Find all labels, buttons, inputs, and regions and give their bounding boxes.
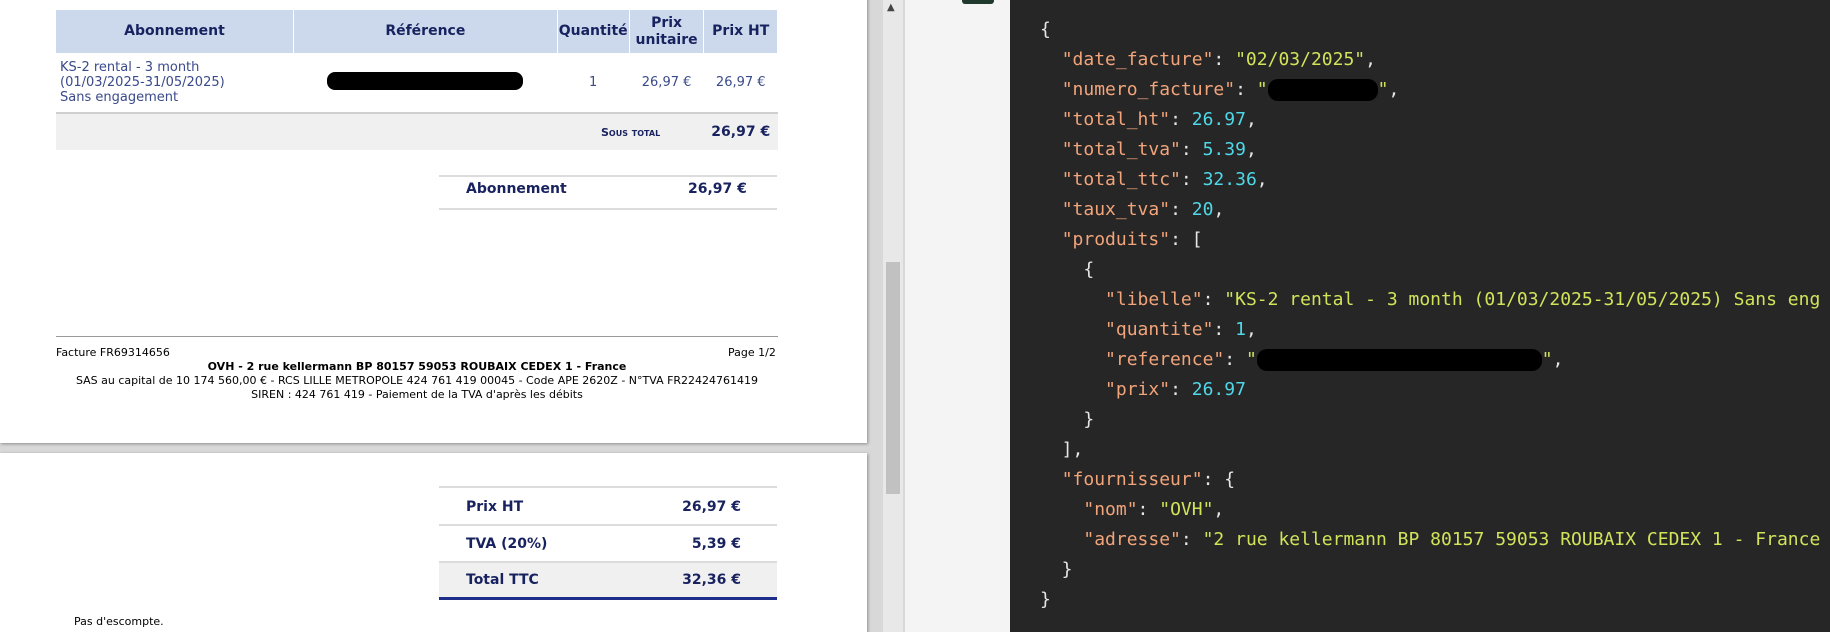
json-line: "libelle": "KS-2 rental - 3 month (01/03… [1105,289,1821,310]
json-line: "quantite": 1, [1105,319,1257,340]
line-unit-price: 26,97 € [641,75,692,90]
json-line: "adresse": "2 rue kellermann BP 80157 59… [1083,529,1821,550]
footer-company: OVH - 2 rue kellermann BP 80157 59053 RO… [207,360,627,373]
redaction-mark [327,71,524,90]
scrollbar-thumb[interactable] [886,262,900,494]
line-quantity: 1 [589,75,598,90]
total-value: 26,97 € [682,499,741,515]
divider [439,208,777,210]
line-description: KS-2 rental - 3 month (01/03/2025-31/05/… [56,53,293,113]
summary-label: Abonnement [466,181,567,197]
json-line: { [1040,259,1095,280]
summary-value: 26,97 € [688,181,747,197]
app-tab-icon[interactable] [962,0,994,4]
json-line: "produits": [ [1061,229,1203,250]
line-reference [293,53,557,113]
json-line: "date_facture": "02/03/2025", [1061,49,1376,70]
json-line: "fournisseur": { [1061,469,1236,490]
total-row-tva: TVA (20%) 5,39 € [439,527,777,561]
footer-invoice-ref: Facture FR69314656 [56,346,170,359]
total-label: Prix HT [466,499,524,515]
vertical-scrollbar[interactable]: ▲ [883,0,903,632]
json-line: ], [1040,439,1084,460]
total-row-ht: Prix HT 26,97 € [439,490,777,524]
footer-rule [56,336,778,337]
json-line: } [1040,559,1073,580]
invoice-page-2: Prix HT 26,97 € TVA (20%) 5,39 € Total T… [0,453,867,632]
json-line: "taux_tva": 20, [1061,199,1225,220]
discount-note: Pas d'escompte. [74,615,164,628]
total-row-ttc: Total TTC 32,36 € [439,563,777,600]
subtotal-value: 26,97 € [703,112,778,150]
invoice-page-1: Abonnement Référence Quantité Prix unita… [0,0,867,443]
json-line: "total_ht": 26.97, [1061,109,1257,130]
column-header: Abonnement [56,10,294,53]
total-label: Total TTC [466,572,539,588]
table-header: Abonnement Référence Quantité Prix unita… [56,10,778,53]
line-desc-2: (01/03/2025-31/05/2025) [60,75,225,90]
total-label: TVA (20%) [466,536,548,552]
footer-legal: SAS au capital de 10 174 560,00 € - RCS … [75,374,759,387]
column-header: Quantité [557,10,630,53]
divider [439,524,777,526]
footer-siren: SIREN : 424 761 419 - Paiement de la TVA… [251,388,583,401]
json-output-panel[interactable]: { "date_facture": "02/03/2025", "numero_… [1010,0,1830,632]
panel-gap [905,0,1010,632]
line-desc-3: Sans engagement [60,90,179,105]
footer-page-number: Page 1/2 [728,346,776,359]
json-line: "reference": " ", [1105,349,1564,371]
divider [439,175,777,177]
json-line: { [1040,19,1051,40]
scroll-up-arrow-icon[interactable]: ▲ [887,2,895,13]
table-row: KS-2 rental - 3 month (01/03/2025-31/05/… [56,53,778,113]
subtotal-label: Sous total [557,112,704,150]
column-header: Prix unitaire [629,10,705,53]
line-price-ht: 26,97 € [715,75,766,90]
total-value: 5,39 € [691,536,741,552]
invoice-table: Abonnement Référence Quantité Prix unita… [56,10,778,150]
json-line: } [1040,409,1095,430]
line-desc-1: KS-2 rental - 3 month [60,60,200,75]
subtotal-row: Sous total 26,97 € [56,112,778,150]
json-line: "numero_facture": " ", [1061,79,1400,101]
json-line: "prix": 26.97 [1105,379,1246,400]
json-line: "total_ttc": 32.36, [1061,169,1268,190]
column-header: Référence [293,10,558,53]
pdf-viewer[interactable]: Abonnement Référence Quantité Prix unita… [0,0,905,632]
divider [439,486,777,488]
json-line: } [1040,589,1051,610]
redaction-mark [1256,349,1542,371]
json-line: "nom": "OVH", [1083,499,1225,520]
json-line: "total_tva": 5.39, [1061,139,1257,160]
redaction-mark [1267,79,1378,101]
column-header: Prix HT [703,10,778,53]
total-value: 32,36 € [682,572,741,588]
